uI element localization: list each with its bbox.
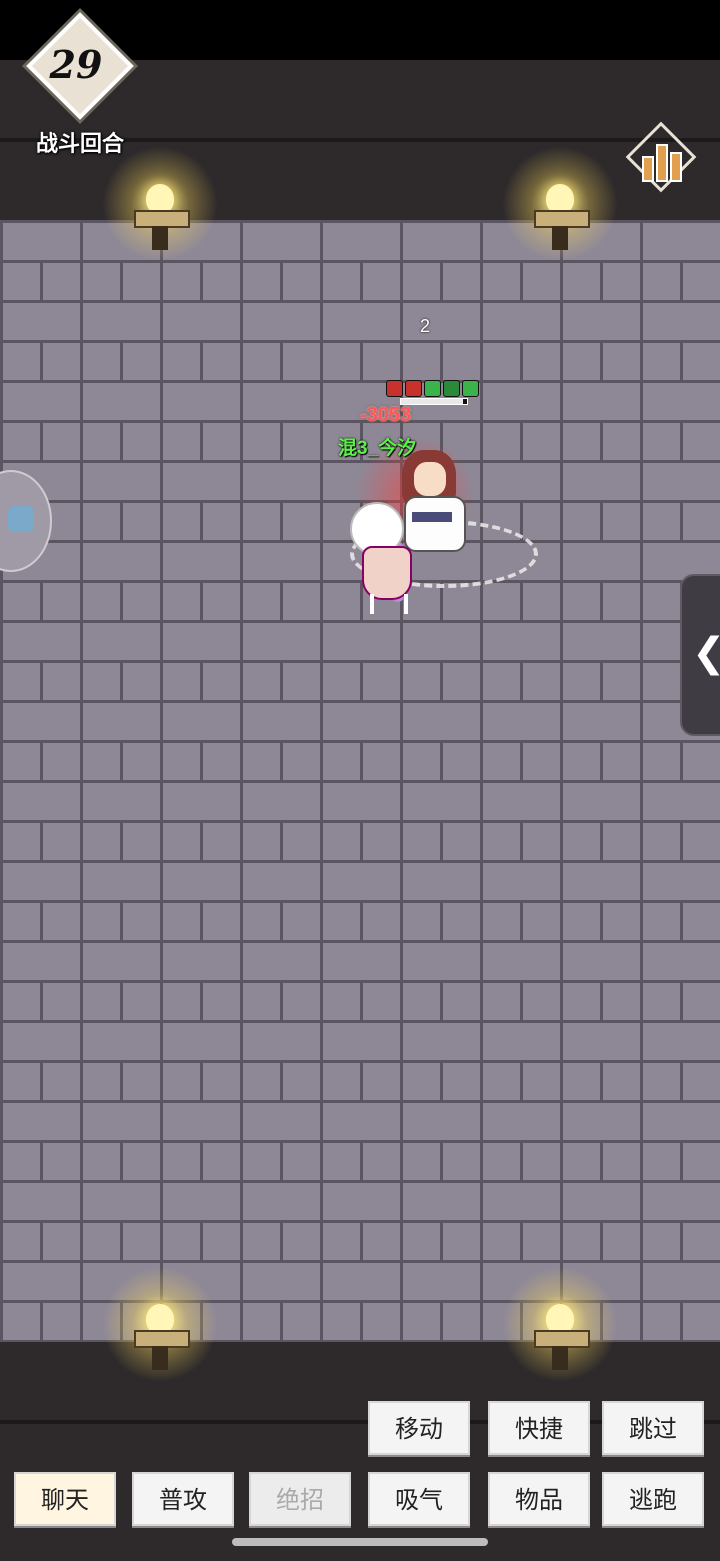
damage-number: -3053 [360,404,412,426]
torch-bottom-right [502,1266,618,1382]
attack-button[interactable]: 普攻 [132,1472,234,1526]
torch-top-right [502,146,618,262]
panel-icon [8,506,34,532]
flee-button[interactable]: 逃跑 [602,1472,704,1526]
red-debuff-icon [386,380,403,397]
chat-button[interactable]: 聊天 [14,1472,116,1526]
torch-bottom-left [102,1266,218,1382]
bar-chart-icon[interactable] [612,121,704,200]
stone-floor [0,220,720,1342]
move-button[interactable]: 移动 [368,1401,470,1455]
skip-button[interactable]: 跳过 [602,1401,704,1455]
red-debuff-icon [405,380,422,397]
ultimate-button[interactable]: 绝招 [249,1472,351,1526]
player-character[interactable] [348,502,424,618]
torch-top-left [102,146,218,262]
buff-row [386,380,479,397]
quick-button[interactable]: 快捷 [488,1401,590,1455]
turn-number: 2 [420,316,431,336]
round-counter-badge: 29 [26,12,134,120]
home-indicator[interactable] [232,1538,488,1546]
chevron-left-icon: ❮ [692,630,720,676]
green-buff-icon [424,380,441,397]
items-button[interactable]: 物品 [488,1472,590,1526]
enemy-name: 混3_今汐 [338,438,417,459]
round-number: 29 [49,42,103,87]
shield-buff-icon [443,380,460,397]
breathe-button[interactable]: 吸气 [368,1472,470,1526]
green-buff-icon [462,380,479,397]
right-side-tab[interactable]: ❮ [680,574,720,736]
round-label: 战斗回合 [35,131,124,156]
